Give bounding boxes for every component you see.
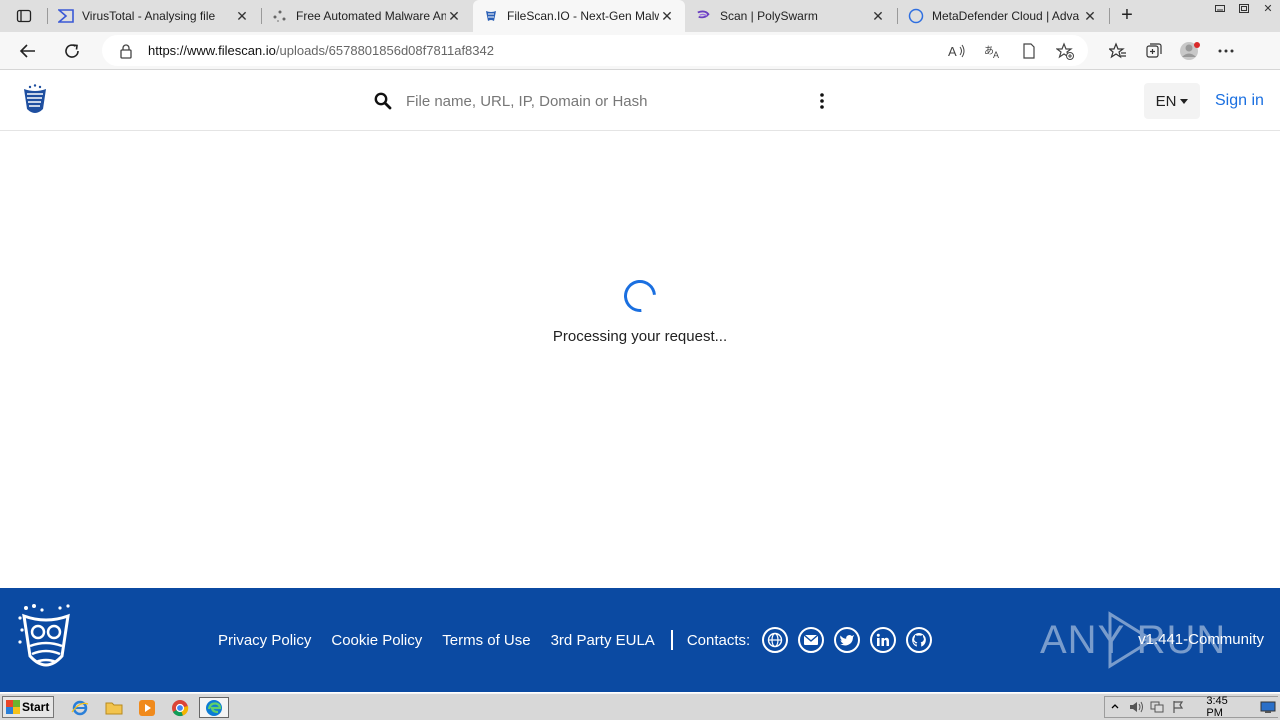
polyswarm-icon — [696, 8, 712, 24]
taskbar-clock[interactable]: 3:45 PM — [1206, 695, 1245, 719]
file-explorer-icon[interactable] — [102, 697, 126, 718]
profile-avatar-icon[interactable] — [1172, 38, 1208, 64]
edge-icon[interactable] — [199, 697, 229, 718]
virustotal-icon — [58, 8, 74, 24]
internet-explorer-icon[interactable] — [68, 697, 92, 718]
tab-title: Free Automated Malware Ana — [296, 9, 446, 23]
close-icon[interactable]: ✕ — [1082, 8, 1098, 24]
show-desktop-icon[interactable] — [1257, 697, 1278, 717]
cookie-policy-link[interactable]: Cookie Policy — [331, 632, 422, 649]
refresh-icon[interactable] — [58, 38, 86, 64]
privacy-policy-link[interactable]: Privacy Policy — [218, 632, 311, 649]
favorites-icon[interactable] — [1100, 38, 1136, 64]
tab-polyswarm[interactable]: Scan | PolySwarm ✕ — [686, 0, 896, 32]
tab-title: Scan | PolySwarm — [720, 9, 818, 23]
read-aloud-icon[interactable]: A — [946, 40, 968, 62]
globe-icon[interactable] — [762, 627, 789, 653]
translate-icon[interactable]: あA — [982, 40, 1004, 62]
anyrun-icon — [272, 8, 288, 24]
search-icon[interactable] — [372, 90, 394, 112]
url-host: https://www.filescan.io — [148, 43, 276, 58]
minimize-icon[interactable] — [1208, 0, 1232, 16]
show-hidden-icons-icon[interactable] — [1105, 697, 1126, 717]
url-text: https://www.filescan.io/uploads/65788018… — [148, 43, 494, 58]
site-footer: Privacy Policy Cookie Policy Terms of Us… — [0, 588, 1280, 692]
svg-text:A: A — [948, 44, 957, 59]
action-center-flag-icon[interactable] — [1168, 697, 1189, 717]
back-icon[interactable] — [14, 38, 42, 64]
close-icon[interactable]: ✕ — [659, 8, 675, 24]
tab-title: VirusTotal - Analysing file — [82, 9, 216, 23]
tab-separator — [1109, 8, 1110, 24]
caret-down-icon — [1180, 98, 1189, 104]
close-icon[interactable]: ✕ — [446, 8, 462, 24]
start-button[interactable]: Start — [2, 696, 54, 718]
browser-tab-strip: VirusTotal - Analysing file ✕ Free Autom… — [0, 0, 1280, 32]
processing-message: Processing your request... — [552, 328, 728, 345]
site-header: EN Sign in — [0, 71, 1280, 131]
url-path: /uploads/6578801856d08f7811af8342 — [275, 43, 494, 58]
tab-anyrun[interactable]: Free Automated Malware Ana ✕ — [262, 0, 472, 32]
windows-taskbar: Start 3:45 PM — [0, 693, 1280, 720]
footer-logo — [16, 602, 76, 676]
search-input[interactable] — [406, 92, 786, 110]
start-label: Start — [22, 700, 50, 714]
add-favorite-icon[interactable] — [1054, 40, 1076, 62]
reading-view-icon[interactable] — [1018, 40, 1040, 62]
tab-metadefender[interactable]: MetaDefender Cloud | Adva ✕ — [898, 0, 1108, 32]
svg-text:A: A — [993, 50, 999, 59]
linkedin-icon[interactable] — [870, 627, 897, 653]
close-icon[interactable]: ✕ — [234, 8, 250, 24]
footer-divider — [670, 630, 673, 650]
third-party-eula-link[interactable]: 3rd Party EULA — [551, 632, 655, 649]
tab-filescan[interactable]: FileScan.IO - Next-Gen Malw ✕ — [473, 0, 685, 32]
metadefender-icon — [908, 8, 924, 24]
contacts-label: Contacts: — [686, 631, 751, 649]
language-label: EN — [1155, 92, 1177, 110]
filescan-logo[interactable] — [20, 83, 50, 117]
filescan-icon — [483, 8, 499, 24]
window-controls: ✕ — [1208, 0, 1280, 16]
tab-actions-icon[interactable] — [8, 4, 40, 28]
chrome-icon[interactable] — [168, 697, 192, 718]
system-tray: 3:45 PM — [1104, 695, 1278, 719]
more-icon[interactable] — [1208, 38, 1244, 64]
tab-title: MetaDefender Cloud | Adva — [932, 9, 1080, 23]
volume-icon[interactable] — [1126, 697, 1147, 717]
browser-toolbar: https://www.filescan.io/uploads/65788018… — [0, 32, 1280, 70]
footer-links: Privacy Policy Cookie Policy Terms of Us… — [218, 627, 942, 653]
collections-icon[interactable] — [1136, 38, 1172, 64]
close-window-icon[interactable]: ✕ — [1256, 0, 1280, 16]
search-bar — [372, 87, 812, 115]
sign-in-link[interactable]: Sign in — [1215, 92, 1264, 110]
github-icon[interactable] — [906, 627, 933, 653]
windows-logo-icon — [6, 700, 20, 714]
tab-virustotal[interactable]: VirusTotal - Analysing file ✕ — [48, 0, 260, 32]
twitter-icon[interactable] — [834, 627, 861, 653]
loading-spinner — [617, 273, 663, 319]
tab-title: FileScan.IO - Next-Gen Malw — [507, 9, 659, 23]
close-icon[interactable]: ✕ — [870, 8, 886, 24]
media-player-icon[interactable] — [135, 697, 159, 718]
terms-of-use-link[interactable]: Terms of Use — [442, 632, 530, 649]
lock-icon[interactable] — [118, 43, 134, 59]
new-tab-button[interactable]: + — [1114, 4, 1140, 28]
version-text: v1.441-Community — [1138, 631, 1264, 648]
mail-icon[interactable] — [798, 627, 825, 653]
restore-icon[interactable] — [1232, 0, 1256, 16]
network-icon[interactable] — [1147, 697, 1168, 717]
more-options-icon[interactable] — [814, 90, 830, 112]
address-bar[interactable]: https://www.filescan.io/uploads/65788018… — [102, 35, 1088, 66]
language-dropdown[interactable]: EN — [1144, 83, 1200, 119]
